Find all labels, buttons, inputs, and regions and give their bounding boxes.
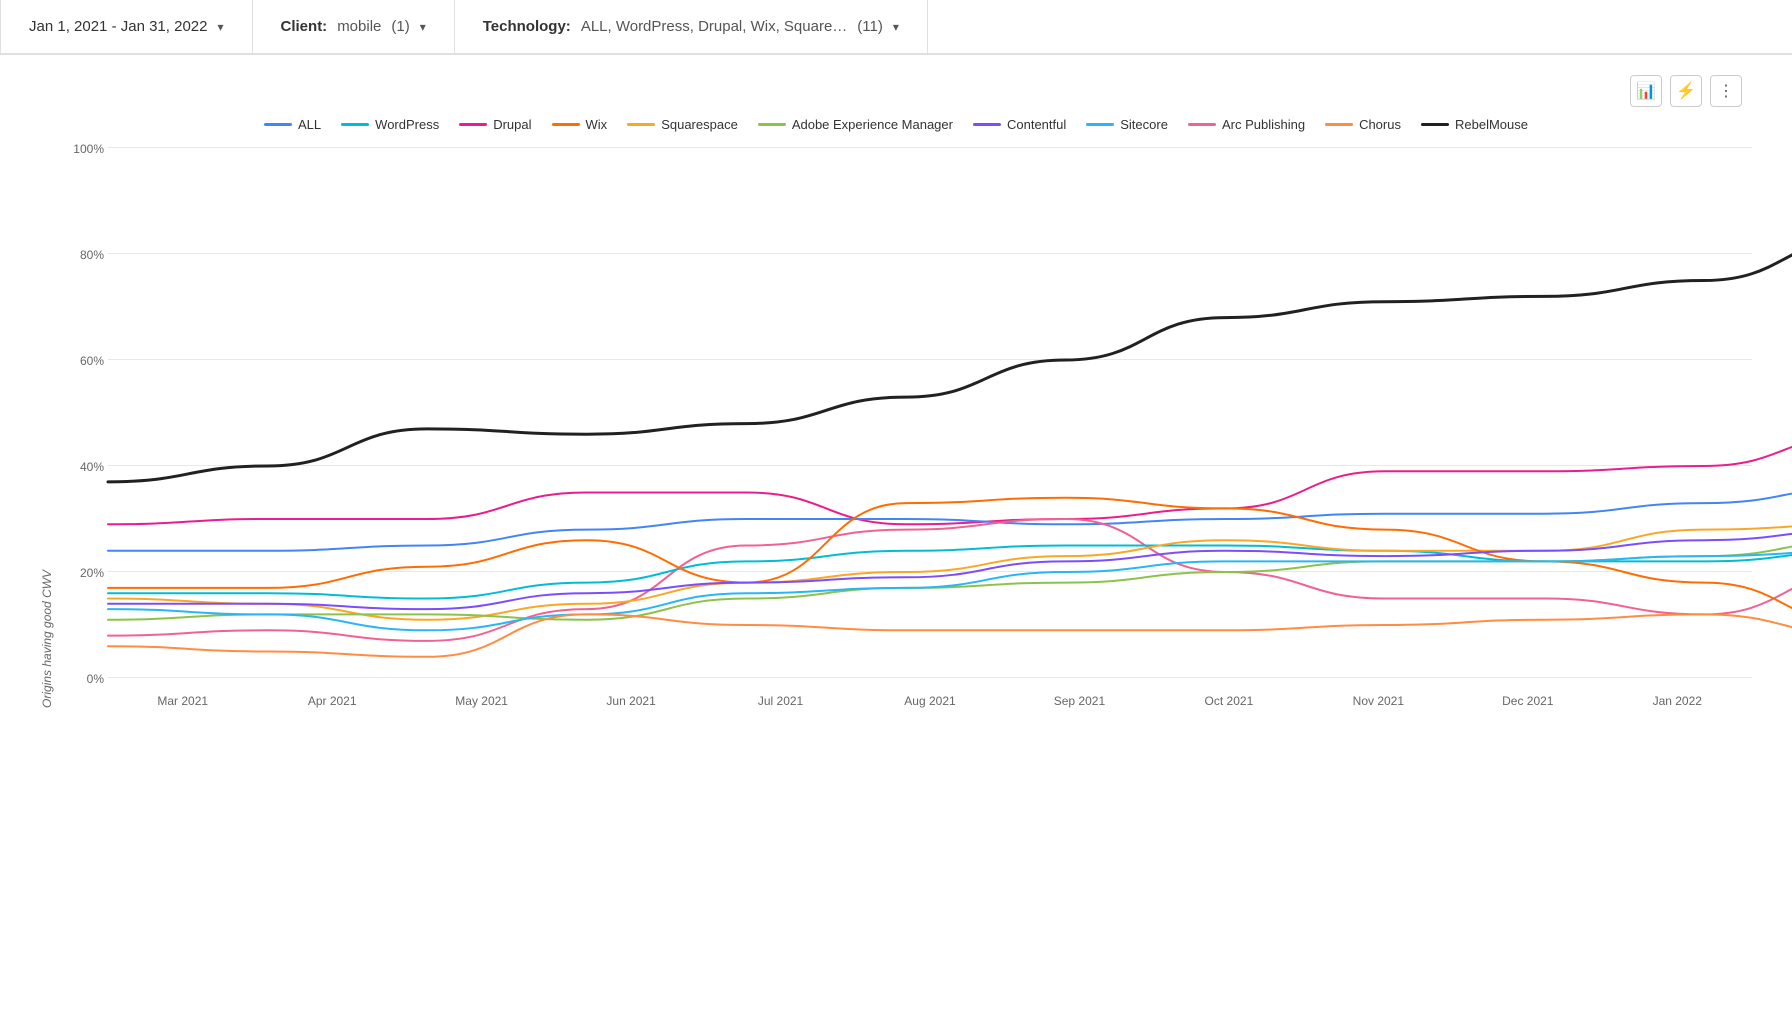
legend-item: WordPress [341, 117, 439, 132]
x-tick-label: Apr 2021 [257, 694, 406, 708]
technology-filter[interactable]: Technology: ALL, WordPress, Drupal, Wix,… [455, 0, 928, 53]
series-line-rebelmouse [108, 238, 1792, 482]
client-chevron-icon: ▾ [420, 20, 426, 34]
legend-color [341, 123, 369, 126]
client-filter-label: Client: [281, 18, 328, 35]
chart-toolbar: 📊 ⚡ ⋮ [40, 75, 1752, 107]
x-tick-label: Sep 2021 [1005, 694, 1154, 708]
legend-color [1325, 123, 1353, 126]
x-tick-label: Nov 2021 [1304, 694, 1453, 708]
x-tick-label: Aug 2021 [855, 694, 1004, 708]
legend-item: ALL [264, 117, 321, 132]
x-axis: Mar 2021Apr 2021May 2021Jun 2021Jul 2021… [108, 678, 1752, 708]
legend-color [1188, 123, 1216, 126]
more-icon: ⋮ [1718, 81, 1734, 101]
y-tick-label: 80% [60, 248, 104, 262]
legend-label: Arc Publishing [1222, 117, 1305, 132]
client-filter-value: mobile [337, 18, 381, 35]
legend-label: Sitecore [1120, 117, 1168, 132]
x-tick-label: Mar 2021 [108, 694, 257, 708]
x-tick-label: Dec 2021 [1453, 694, 1602, 708]
more-button[interactable]: ⋮ [1710, 75, 1742, 107]
y-tick-label: 60% [60, 354, 104, 368]
legend-item: Arc Publishing [1188, 117, 1305, 132]
chart-legend: ALL WordPress Drupal Wix Squarespace Adobe Ex… [40, 117, 1752, 132]
legend-color [459, 123, 487, 126]
legend-item: Adobe Experience Manager [758, 117, 953, 132]
x-tick-label: May 2021 [407, 694, 556, 708]
filter-bar: Jan 1, 2021 - Jan 31, 2022 ▾ Client: mob… [0, 0, 1792, 55]
legend-item: Squarespace [627, 117, 738, 132]
bolt-icon: ⚡ [1676, 81, 1696, 101]
x-tick-label: Jun 2021 [556, 694, 705, 708]
chart-type-icon: 📊 [1636, 81, 1656, 101]
y-tick-label: 40% [60, 460, 104, 474]
technology-chevron-icon: ▾ [893, 20, 899, 34]
series-line-sitecore [108, 551, 1792, 631]
series-line-drupal [108, 434, 1792, 524]
legend-color [552, 123, 580, 126]
series-line-squarespace [108, 524, 1792, 619]
technology-filter-label: Technology: [483, 18, 571, 35]
legend-label: Squarespace [661, 117, 738, 132]
y-tick-label: 100% [60, 142, 104, 156]
chart-area: Origins having good CWV 0%20%40%60%80%10… [40, 148, 1752, 708]
legend-color [1086, 123, 1114, 126]
legend-label: Adobe Experience Manager [792, 117, 953, 132]
legend-item: Sitecore [1086, 117, 1168, 132]
legend-color [264, 123, 292, 126]
series-line-arcpublishing [108, 519, 1792, 641]
chart-type-button[interactable]: 📊 [1630, 75, 1662, 107]
legend-item: Drupal [459, 117, 531, 132]
legend-label: ALL [298, 117, 321, 132]
legend-label: RebelMouse [1455, 117, 1528, 132]
technology-filter-count: (11) [857, 18, 883, 35]
legend-label: WordPress [375, 117, 439, 132]
legend-color [758, 123, 786, 126]
legend-item: Wix [552, 117, 608, 132]
date-filter[interactable]: Jan 1, 2021 - Jan 31, 2022 ▾ [0, 0, 253, 53]
series-line-chorus [108, 614, 1792, 656]
x-tick-label: Oct 2021 [1154, 694, 1303, 708]
chart-svg [108, 148, 1752, 678]
legend-item: Chorus [1325, 117, 1401, 132]
legend-item: Contentful [973, 117, 1066, 132]
series-line-wordpress [108, 546, 1792, 599]
legend-label: Drupal [493, 117, 531, 132]
y-tick-label: 20% [60, 566, 104, 580]
legend-color [627, 123, 655, 126]
date-chevron-icon: ▾ [217, 20, 223, 34]
legend-label: Contentful [1007, 117, 1066, 132]
x-tick-label: Jan 2022 [1603, 694, 1752, 708]
date-filter-label: Jan 1, 2021 - Jan 31, 2022 [29, 18, 207, 35]
technology-filter-value: ALL, WordPress, Drupal, Wix, Square… [581, 18, 847, 35]
x-tick-label: Jul 2021 [706, 694, 855, 708]
plot-area: 0%20%40%60%80%100% Mar 2021Apr 2021May 2… [108, 148, 1752, 708]
chart-container: 📊 ⚡ ⋮ ALL WordPress Drupal Wix Squarespace Ad… [0, 55, 1792, 748]
legend-item: RebelMouse [1421, 117, 1528, 132]
chart-inner: 0%20%40%60%80%100% Mar 2021Apr 2021May 2… [60, 148, 1752, 708]
client-filter[interactable]: Client: mobile (1) ▾ [253, 0, 455, 53]
legend-label: Chorus [1359, 117, 1401, 132]
y-axis-label: Origins having good CWV [40, 148, 54, 708]
bolt-button[interactable]: ⚡ [1670, 75, 1702, 107]
legend-color [1421, 123, 1449, 126]
legend-color [973, 123, 1001, 126]
client-filter-count: (1) [391, 18, 409, 35]
y-tick-label: 0% [60, 672, 104, 686]
legend-label: Wix [586, 117, 608, 132]
